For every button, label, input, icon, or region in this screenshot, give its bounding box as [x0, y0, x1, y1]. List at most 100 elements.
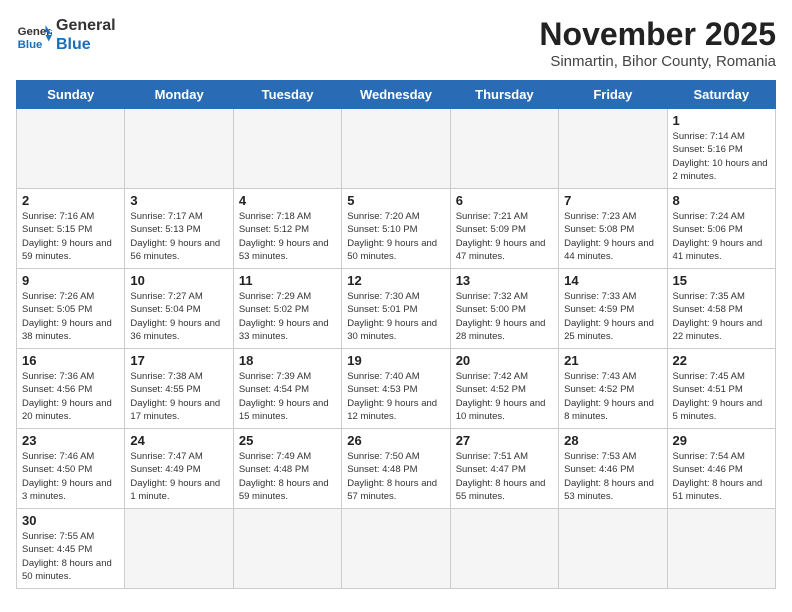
day-number: 23 [22, 433, 119, 448]
day-info: Sunrise: 7:38 AM Sunset: 4:55 PM Dayligh… [130, 370, 227, 423]
calendar-day-cell: 13 Sunrise: 7:32 AM Sunset: 5:00 PM Dayli… [450, 269, 558, 349]
calendar-day-cell [450, 509, 558, 589]
calendar-week-row: 2 Sunrise: 7:16 AM Sunset: 5:15 PM Daylig… [17, 189, 776, 269]
calendar-day-cell: 15Sunrise: 7:35 AM Sunset: 4:58 PM Dayli… [667, 269, 775, 349]
day-info: Sunrise: 7:51 AM Sunset: 4:47 PM Dayligh… [456, 450, 553, 503]
calendar-day-cell [342, 109, 450, 189]
calendar-day-cell: 9Sunrise: 7:26 AM Sunset: 5:05 PM Daylig… [17, 269, 125, 349]
calendar-day-cell: 8 Sunrise: 7:24 AM Sunset: 5:06 PM Daylig… [667, 189, 775, 269]
day-number: 4 [239, 193, 336, 208]
day-number: 17 [130, 353, 227, 368]
day-info: Sunrise: 7:29 AM Sunset: 5:02 PM Dayligh… [239, 290, 336, 343]
month-title: November 2025 [539, 16, 776, 53]
logo-blue-text: Blue [56, 35, 116, 54]
calendar-day-cell [559, 109, 667, 189]
day-number: 28 [564, 433, 661, 448]
day-info: Sunrise: 7:33 AM Sunset: 4:59 PM Dayligh… [564, 290, 661, 343]
day-info: Sunrise: 7:27 AM Sunset: 5:04 PM Dayligh… [130, 290, 227, 343]
day-number: 9 [22, 273, 119, 288]
calendar-day-cell: 25 Sunrise: 7:49 AM Sunset: 4:48 PM Dayli… [233, 429, 341, 509]
calendar-day-cell: 28 Sunrise: 7:53 AM Sunset: 4:46 PM Dayli… [559, 429, 667, 509]
day-info: Sunrise: 7:45 AM Sunset: 4:51 PM Dayligh… [673, 370, 770, 423]
calendar-day-cell: 19Sunrise: 7:40 AM Sunset: 4:53 PM Dayli… [342, 349, 450, 429]
calendar-day-cell: 18Sunrise: 7:39 AM Sunset: 4:54 PM Dayli… [233, 349, 341, 429]
calendar-day-cell: 6 Sunrise: 7:21 AM Sunset: 5:09 PM Daylig… [450, 189, 558, 269]
day-number: 21 [564, 353, 661, 368]
calendar-table: SundayMondayTuesdayWednesdayThursdayFrid… [16, 80, 776, 589]
day-number: 27 [456, 433, 553, 448]
day-header-tuesday: Tuesday [233, 81, 341, 109]
calendar-day-cell: 21Sunrise: 7:43 AM Sunset: 4:52 PM Dayli… [559, 349, 667, 429]
calendar-day-cell [125, 109, 233, 189]
calendar-day-cell: 5Sunrise: 7:20 AM Sunset: 5:10 PM Daylig… [342, 189, 450, 269]
day-header-wednesday: Wednesday [342, 81, 450, 109]
day-number: 3 [130, 193, 227, 208]
calendar-day-cell: 11 Sunrise: 7:29 AM Sunset: 5:02 PM Dayli… [233, 269, 341, 349]
day-header-monday: Monday [125, 81, 233, 109]
day-number: 7 [564, 193, 661, 208]
calendar-day-cell: 10Sunrise: 7:27 AM Sunset: 5:04 PM Dayli… [125, 269, 233, 349]
day-number: 22 [673, 353, 770, 368]
calendar-week-row: 30 Sunrise: 7:55 AM Sunset: 4:45 PM Dayli… [17, 509, 776, 589]
calendar-day-cell [667, 509, 775, 589]
day-header-friday: Friday [559, 81, 667, 109]
day-info: Sunrise: 7:30 AM Sunset: 5:01 PM Dayligh… [347, 290, 444, 343]
day-number: 11 [239, 273, 336, 288]
day-number: 6 [456, 193, 553, 208]
day-info: Sunrise: 7:42 AM Sunset: 4:52 PM Dayligh… [456, 370, 553, 423]
calendar-day-cell [125, 509, 233, 589]
day-info: Sunrise: 7:32 AM Sunset: 5:00 PM Dayligh… [456, 290, 553, 343]
calendar-day-cell: 20 Sunrise: 7:42 AM Sunset: 4:52 PM Dayli… [450, 349, 558, 429]
day-info: Sunrise: 7:47 AM Sunset: 4:49 PM Dayligh… [130, 450, 227, 503]
calendar-day-cell [233, 509, 341, 589]
day-number: 25 [239, 433, 336, 448]
day-number: 14 [564, 273, 661, 288]
day-header-thursday: Thursday [450, 81, 558, 109]
day-number: 18 [239, 353, 336, 368]
day-info: Sunrise: 7:49 AM Sunset: 4:48 PM Dayligh… [239, 450, 336, 503]
day-number: 29 [673, 433, 770, 448]
day-header-saturday: Saturday [667, 81, 775, 109]
calendar-day-cell: 26 Sunrise: 7:50 AM Sunset: 4:48 PM Dayli… [342, 429, 450, 509]
day-info: Sunrise: 7:21 AM Sunset: 5:09 PM Dayligh… [456, 210, 553, 263]
day-info: Sunrise: 7:54 AM Sunset: 4:46 PM Dayligh… [673, 450, 770, 503]
calendar-day-cell: 17 Sunrise: 7:38 AM Sunset: 4:55 PM Dayli… [125, 349, 233, 429]
logo-general-text: General [56, 16, 116, 35]
calendar-header-row: SundayMondayTuesdayWednesdayThursdayFrid… [17, 81, 776, 109]
logo: General Blue General Blue [16, 16, 116, 54]
day-number: 24 [130, 433, 227, 448]
location-title: Sinmartin, Bihor County, Romania [539, 53, 776, 70]
svg-text:Blue: Blue [18, 39, 43, 51]
day-info: Sunrise: 7:16 AM Sunset: 5:15 PM Dayligh… [22, 210, 119, 263]
calendar-day-cell: 2 Sunrise: 7:16 AM Sunset: 5:15 PM Daylig… [17, 189, 125, 269]
day-number: 16 [22, 353, 119, 368]
day-number: 20 [456, 353, 553, 368]
calendar-day-cell: 12Sunrise: 7:30 AM Sunset: 5:01 PM Dayli… [342, 269, 450, 349]
logo-icon: General Blue [16, 17, 52, 53]
day-number: 15 [673, 273, 770, 288]
day-info: Sunrise: 7:53 AM Sunset: 4:46 PM Dayligh… [564, 450, 661, 503]
day-number: 30 [22, 513, 119, 528]
day-info: Sunrise: 7:55 AM Sunset: 4:45 PM Dayligh… [22, 530, 119, 583]
calendar-day-cell [450, 109, 558, 189]
calendar-day-cell: 27 Sunrise: 7:51 AM Sunset: 4:47 PM Dayli… [450, 429, 558, 509]
day-number: 5 [347, 193, 444, 208]
day-info: Sunrise: 7:23 AM Sunset: 5:08 PM Dayligh… [564, 210, 661, 263]
calendar-day-cell [342, 509, 450, 589]
calendar-day-cell: 29 Sunrise: 7:54 AM Sunset: 4:46 PM Dayli… [667, 429, 775, 509]
calendar-day-cell: 3Sunrise: 7:17 AM Sunset: 5:13 PM Daylig… [125, 189, 233, 269]
day-number: 8 [673, 193, 770, 208]
day-number: 1 [673, 113, 770, 128]
day-number: 2 [22, 193, 119, 208]
day-number: 26 [347, 433, 444, 448]
calendar-day-cell: 1Sunrise: 7:14 AM Sunset: 5:16 PM Daylig… [667, 109, 775, 189]
day-info: Sunrise: 7:24 AM Sunset: 5:06 PM Dayligh… [673, 210, 770, 263]
day-info: Sunrise: 7:50 AM Sunset: 4:48 PM Dayligh… [347, 450, 444, 503]
calendar-week-row: 23Sunrise: 7:46 AM Sunset: 4:50 PM Dayli… [17, 429, 776, 509]
day-header-sunday: Sunday [17, 81, 125, 109]
calendar-week-row: 1Sunrise: 7:14 AM Sunset: 5:16 PM Daylig… [17, 109, 776, 189]
day-number: 13 [456, 273, 553, 288]
title-area: November 2025 Sinmartin, Bihor County, R… [539, 16, 776, 70]
calendar-day-cell: 30 Sunrise: 7:55 AM Sunset: 4:45 PM Dayli… [17, 509, 125, 589]
calendar-week-row: 16Sunrise: 7:36 AM Sunset: 4:56 PM Dayli… [17, 349, 776, 429]
